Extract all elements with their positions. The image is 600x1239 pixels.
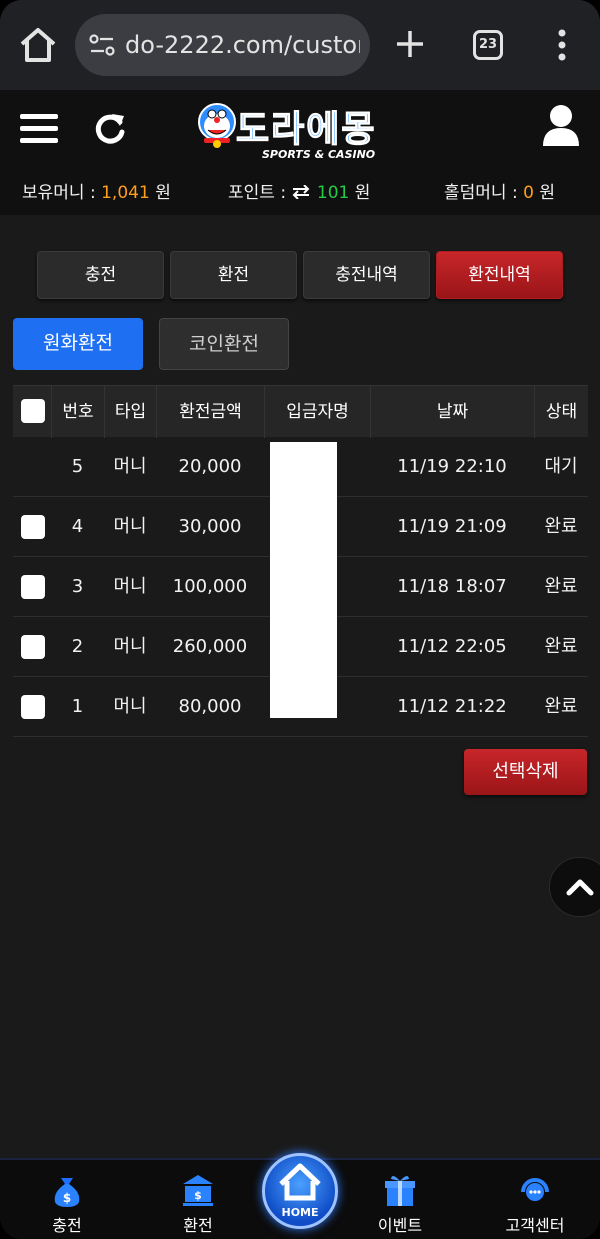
- holdem-unit: 원: [539, 183, 555, 203]
- user-profile-icon[interactable]: [542, 104, 580, 146]
- row-number: 1: [71, 696, 84, 717]
- row-amount: 260,000: [172, 636, 248, 657]
- new-tab-icon[interactable]: [394, 28, 426, 60]
- holdem-label: 홀덤머니 :: [444, 183, 518, 203]
- nav-deposit[interactable]: $ 충전: [17, 1160, 117, 1239]
- money-bag-icon: $: [54, 1178, 80, 1207]
- refresh-icon[interactable]: [92, 110, 128, 146]
- nav-support-label: 고객센터: [505, 1216, 565, 1235]
- row-number: 2: [71, 636, 84, 657]
- header-number: 번호: [51, 386, 104, 438]
- select-all-checkbox[interactable]: [21, 399, 45, 423]
- money-value: 1,041: [101, 183, 150, 203]
- row-status: 완료: [544, 576, 578, 597]
- redaction-box: [270, 442, 337, 718]
- browser-toolbar: do-2222.com/custom 23: [0, 0, 600, 90]
- row-type: 머니: [113, 456, 147, 477]
- row-type: 머니: [113, 576, 147, 597]
- header-amount: 환전금액: [156, 386, 264, 438]
- logo-subtitle: SPORTS & CASINO: [262, 148, 376, 161]
- header-date: 날짜: [370, 386, 534, 438]
- header-type: 타입: [104, 386, 156, 438]
- header-status: 상태: [534, 386, 588, 438]
- holdem-value: 0: [523, 183, 534, 203]
- money-balance: 보유머니 : 1,041 원: [22, 178, 171, 203]
- bank-icon: $: [183, 1175, 213, 1206]
- holdem-balance: 홀덤머니 : 0 원: [444, 178, 555, 203]
- row-type: 머니: [113, 516, 147, 537]
- swap-arrows-icon[interactable]: [291, 184, 311, 200]
- row-number: 5: [71, 456, 84, 477]
- logo-text: 도라에몽: [235, 108, 377, 150]
- nav-event-label: 이벤트: [377, 1216, 423, 1235]
- balance-info-row: 보유머니 : 1,041 원 포인트 : 101 원 홀덤머니 : 0 원: [0, 176, 600, 206]
- row-date: 11/18 18:07: [397, 576, 507, 597]
- tab-deposit-history[interactable]: 충전내역: [303, 251, 430, 299]
- row-checkbox[interactable]: [21, 695, 45, 719]
- nav-withdraw-label: 환전: [183, 1216, 213, 1235]
- point-label: 포인트 :: [228, 183, 287, 203]
- row-status: 완료: [544, 516, 578, 537]
- nav-withdraw[interactable]: $ 환전: [148, 1160, 248, 1239]
- scroll-to-top-button[interactable]: [549, 857, 600, 917]
- delete-selected-button[interactable]: 선택삭제: [464, 749, 587, 795]
- row-status: 완료: [544, 636, 578, 657]
- support-chat-icon: [521, 1178, 549, 1201]
- tab-deposit[interactable]: 충전: [37, 251, 164, 299]
- row-status: 대기: [544, 456, 578, 477]
- row-type: 머니: [113, 636, 147, 657]
- mascot-icon: [198, 103, 236, 148]
- app-frame: do-2222.com/custom 23 도라에몽 SPORTS & CASI…: [0, 0, 600, 1239]
- nav-deposit-label: 충전: [52, 1216, 82, 1235]
- tab-withdraw[interactable]: 환전: [170, 251, 297, 299]
- row-amount: 20,000: [178, 456, 242, 477]
- row-checkbox[interactable]: [21, 515, 45, 539]
- address-bar[interactable]: do-2222.com/custom: [75, 14, 370, 76]
- row-checkbox[interactable]: [21, 635, 45, 659]
- gift-icon: [385, 1175, 415, 1206]
- nav-event[interactable]: 이벤트: [350, 1160, 450, 1239]
- row-date: 11/12 22:05: [397, 636, 507, 657]
- home-label: HOME: [281, 1206, 319, 1219]
- url-text[interactable]: do-2222.com/custom: [125, 30, 360, 60]
- row-date: 11/19 22:10: [397, 456, 507, 477]
- home-icon[interactable]: [18, 26, 58, 64]
- tab-switcher-button[interactable]: 23: [473, 30, 503, 60]
- row-date: 11/12 21:22: [397, 696, 507, 717]
- nav-support[interactable]: 고객센터: [485, 1160, 585, 1239]
- row-amount: 30,000: [178, 516, 242, 537]
- point-balance: 포인트 : 101 원: [228, 178, 370, 203]
- subtab-krw-withdraw[interactable]: 원화환전: [13, 318, 143, 370]
- svg-text:$: $: [63, 1191, 71, 1205]
- row-amount: 80,000: [178, 696, 242, 717]
- chevron-up-icon: [566, 879, 594, 896]
- site-settings-icon[interactable]: [89, 33, 115, 57]
- point-value: 101: [316, 183, 350, 203]
- tab-withdraw-history[interactable]: 환전내역: [436, 251, 563, 299]
- point-unit: 원: [354, 183, 371, 203]
- row-checkbox[interactable]: [21, 575, 45, 599]
- site-logo[interactable]: 도라에몽 SPORTS & CASINO: [196, 98, 406, 166]
- header-depositor: 입금자명: [264, 386, 370, 438]
- row-number: 3: [71, 576, 84, 597]
- subtab-coin-withdraw[interactable]: 코인환전: [159, 318, 289, 370]
- row-number: 4: [71, 516, 84, 537]
- table-header: 번호 타입 환전금액 입금자명 날짜 상태: [13, 385, 588, 438]
- row-amount: 100,000: [172, 576, 248, 597]
- more-menu-icon[interactable]: [556, 28, 568, 62]
- hamburger-menu-icon[interactable]: [20, 112, 58, 144]
- money-label: 보유머니 :: [22, 183, 96, 203]
- row-status: 완료: [544, 696, 578, 717]
- row-date: 11/19 21:09: [397, 516, 507, 537]
- home-button[interactable]: HOME: [262, 1153, 338, 1229]
- house-icon: [279, 1163, 321, 1201]
- svg-text:$: $: [194, 1189, 202, 1202]
- row-type: 머니: [113, 696, 147, 717]
- money-unit: 원: [155, 183, 171, 203]
- app-header: 도라에몽 SPORTS & CASINO 보유머니 : 1,041 원 포인트 …: [0, 90, 600, 215]
